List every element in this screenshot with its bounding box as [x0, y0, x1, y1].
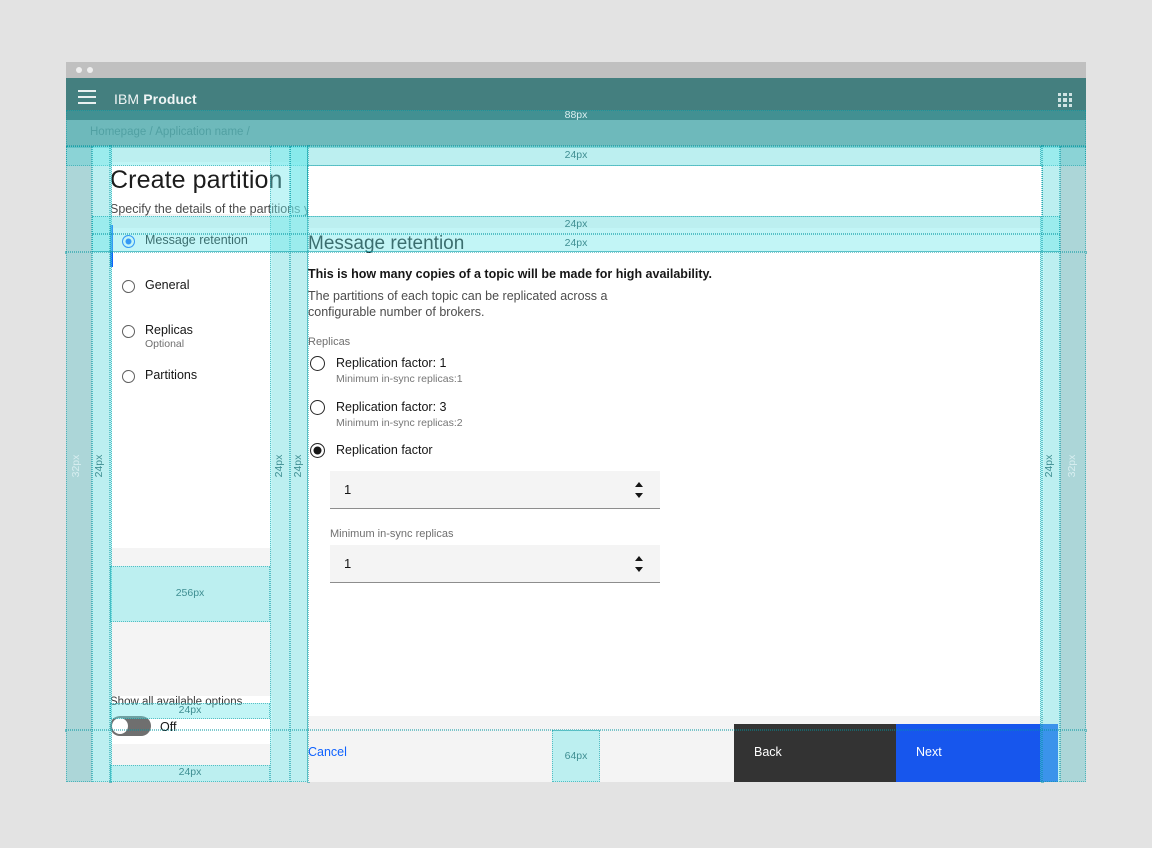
- action-bar: Cancel Back Next: [66, 724, 1086, 782]
- min-insync-replicas-field-group: Minimum in-sync replicas 1: [330, 528, 660, 583]
- radio-option-help: Minimum in-sync replicas:1: [336, 373, 463, 385]
- radio-option-label: Replication factor: [336, 443, 433, 457]
- radio-option-help: Minimum in-sync replicas:2: [336, 417, 463, 429]
- sidebar-item-replicas[interactable]: Replicas Optional: [110, 318, 272, 354]
- number-stepper-icon[interactable]: [635, 555, 644, 573]
- sidebar-item-label: Message retention: [145, 233, 248, 247]
- replication-factor-value: 1: [344, 482, 351, 497]
- hamburger-menu-icon[interactable]: [78, 90, 96, 104]
- content-lead: This is how many copies of a topic will …: [308, 267, 712, 281]
- progress-sidebar: Message retention General Replicas Optio…: [110, 228, 272, 548]
- number-stepper-icon[interactable]: [635, 481, 644, 499]
- sidebar-item-label: Partitions: [145, 368, 197, 382]
- min-insync-replicas-value: 1: [344, 556, 351, 571]
- sidebar-item-message-retention[interactable]: Message retention: [110, 228, 272, 264]
- radio-icon: [122, 235, 135, 248]
- radio-icon-selected: [310, 443, 325, 458]
- window-dot-1: [76, 67, 82, 73]
- browser-window: IBM Product Homepage / Application name …: [66, 62, 1086, 782]
- content-body: The partitions of each topic can be repl…: [308, 288, 653, 320]
- content-panel: Message retention This is how many copie…: [308, 228, 1044, 716]
- next-button[interactable]: Next: [896, 724, 1058, 782]
- radio-icon: [122, 370, 135, 383]
- sidebar-item-sublabel: Optional: [145, 338, 184, 350]
- replication-factor-field-group: 1: [330, 471, 660, 509]
- window-dot-2: [87, 67, 93, 73]
- replication-factor-input[interactable]: 1: [330, 471, 660, 509]
- sidebar-item-general[interactable]: General: [110, 273, 272, 309]
- content-title: Message retention: [308, 233, 464, 255]
- back-button-label: Back: [754, 745, 782, 759]
- page-body: Create partition Specify the details of …: [66, 148, 1086, 782]
- brand-prefix: IBM: [114, 91, 139, 107]
- toggle-label: Show all available options: [110, 696, 242, 708]
- app-switcher-icon[interactable]: [1058, 93, 1072, 107]
- brand-title: IBM Product: [114, 91, 197, 107]
- window-titlebar: [66, 62, 1086, 78]
- radio-option-label: Replication factor: 3: [336, 400, 446, 414]
- min-insync-replicas-input[interactable]: 1: [330, 545, 660, 583]
- fieldset-legend: Replicas: [308, 336, 350, 348]
- radio-icon: [310, 400, 325, 415]
- sidebar-item-partitions[interactable]: Partitions: [110, 363, 272, 399]
- cancel-button-label: Cancel: [308, 745, 347, 759]
- next-button-label: Next: [916, 745, 942, 759]
- min-insync-replicas-label: Minimum in-sync replicas: [330, 528, 660, 540]
- radio-icon: [122, 325, 135, 338]
- breadcrumb[interactable]: Homepage / Application name /: [90, 126, 250, 138]
- radio-option-label: Replication factor: 1: [336, 356, 446, 370]
- radio-icon: [310, 356, 325, 371]
- app-header: IBM Product: [66, 78, 1086, 120]
- page-subtitle: Specify the details of the partitions yo…: [110, 202, 409, 216]
- radio-icon: [122, 280, 135, 293]
- selected-indicator-bar: [110, 225, 113, 267]
- sidebar-item-label: Replicas: [145, 323, 193, 337]
- back-button[interactable]: Back: [734, 724, 896, 782]
- brand-name: Product: [143, 91, 197, 107]
- page-title: Create partition: [110, 166, 283, 195]
- breadcrumb-bar: Homepage / Application name /: [66, 120, 1086, 148]
- sidebar-item-label: General: [145, 278, 189, 292]
- cancel-button[interactable]: Cancel: [308, 724, 560, 782]
